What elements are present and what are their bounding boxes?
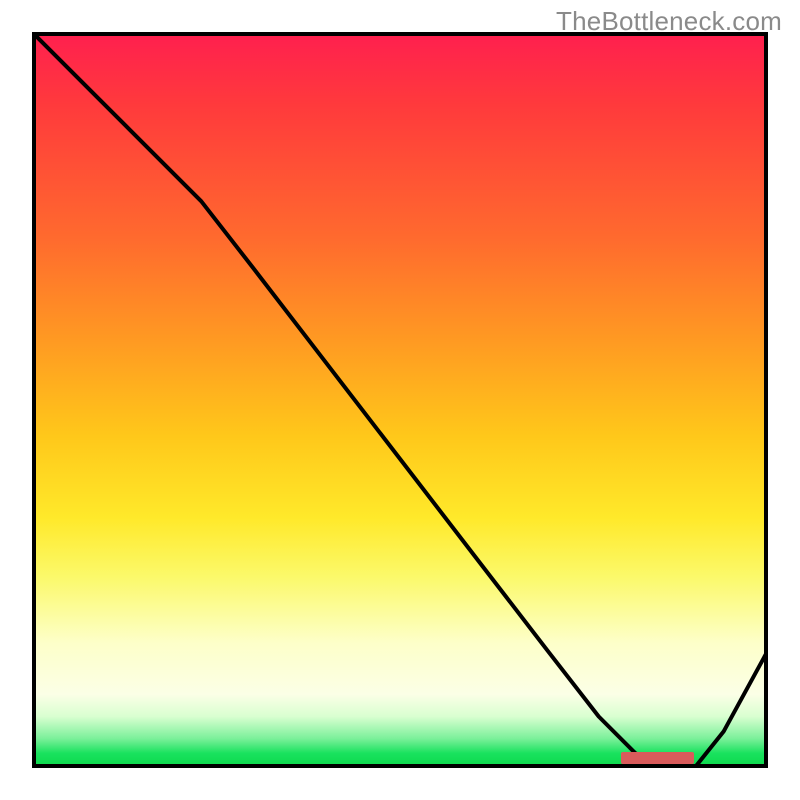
chart-container: TheBottleneck.com [0,0,800,800]
optimal-region-marker [621,752,695,764]
plot-area [32,32,768,768]
heatmap-gradient [32,32,768,768]
